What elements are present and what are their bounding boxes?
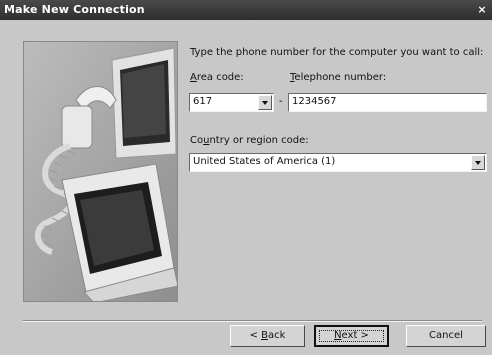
- dialog-body: Type the phone number for the computer y…: [0, 20, 492, 355]
- country-label-rest: ntry or region code:: [209, 135, 309, 146]
- computer-illustration: [23, 41, 178, 302]
- window-title: Make New Connection: [4, 3, 145, 16]
- back-button-rest: ack: [268, 330, 286, 341]
- area-code-dropdown-button[interactable]: [258, 95, 272, 110]
- area-code-label: Area code:: [190, 72, 244, 83]
- telephone-number-input[interactable]: 1234567: [288, 93, 487, 112]
- back-button-accelerator: B: [261, 330, 268, 341]
- instructions-text: Type the phone number for the computer y…: [190, 47, 484, 58]
- make-new-connection-dialog: Make New Connection × Type the phone num…: [0, 0, 492, 355]
- country-region-label: Country or region code:: [190, 135, 309, 146]
- country-region-value: United States of America (1): [193, 156, 336, 167]
- back-button[interactable]: < Back: [230, 325, 305, 347]
- dialog-separator: [23, 320, 482, 322]
- area-code-label-rest: rea code:: [196, 72, 244, 83]
- chevron-down-icon: [475, 161, 481, 165]
- country-dropdown-button[interactable]: [471, 155, 485, 170]
- area-code-combobox[interactable]: 617: [189, 93, 274, 112]
- telephone-number-value: 1234567: [292, 96, 337, 107]
- telephone-number-label: Telephone number:: [290, 72, 386, 83]
- next-button[interactable]: Next >: [314, 325, 389, 347]
- close-icon[interactable]: ×: [476, 3, 488, 16]
- area-code-label-accelerator: A: [190, 72, 197, 83]
- back-button-prefix: <: [249, 330, 262, 341]
- area-code-separator: -: [279, 96, 283, 107]
- country-label-prefix: Co: [190, 135, 204, 146]
- focus-rectangle: [319, 330, 384, 342]
- telephone-label-rest: elephone number:: [294, 72, 387, 83]
- area-code-value: 617: [193, 96, 213, 107]
- country-region-combobox[interactable]: United States of America (1): [189, 153, 487, 172]
- computer-and-phone-image: [24, 42, 177, 301]
- title-bar[interactable]: Make New Connection ×: [0, 0, 492, 20]
- cancel-button[interactable]: Cancel: [406, 325, 486, 347]
- chevron-down-icon: [262, 101, 268, 105]
